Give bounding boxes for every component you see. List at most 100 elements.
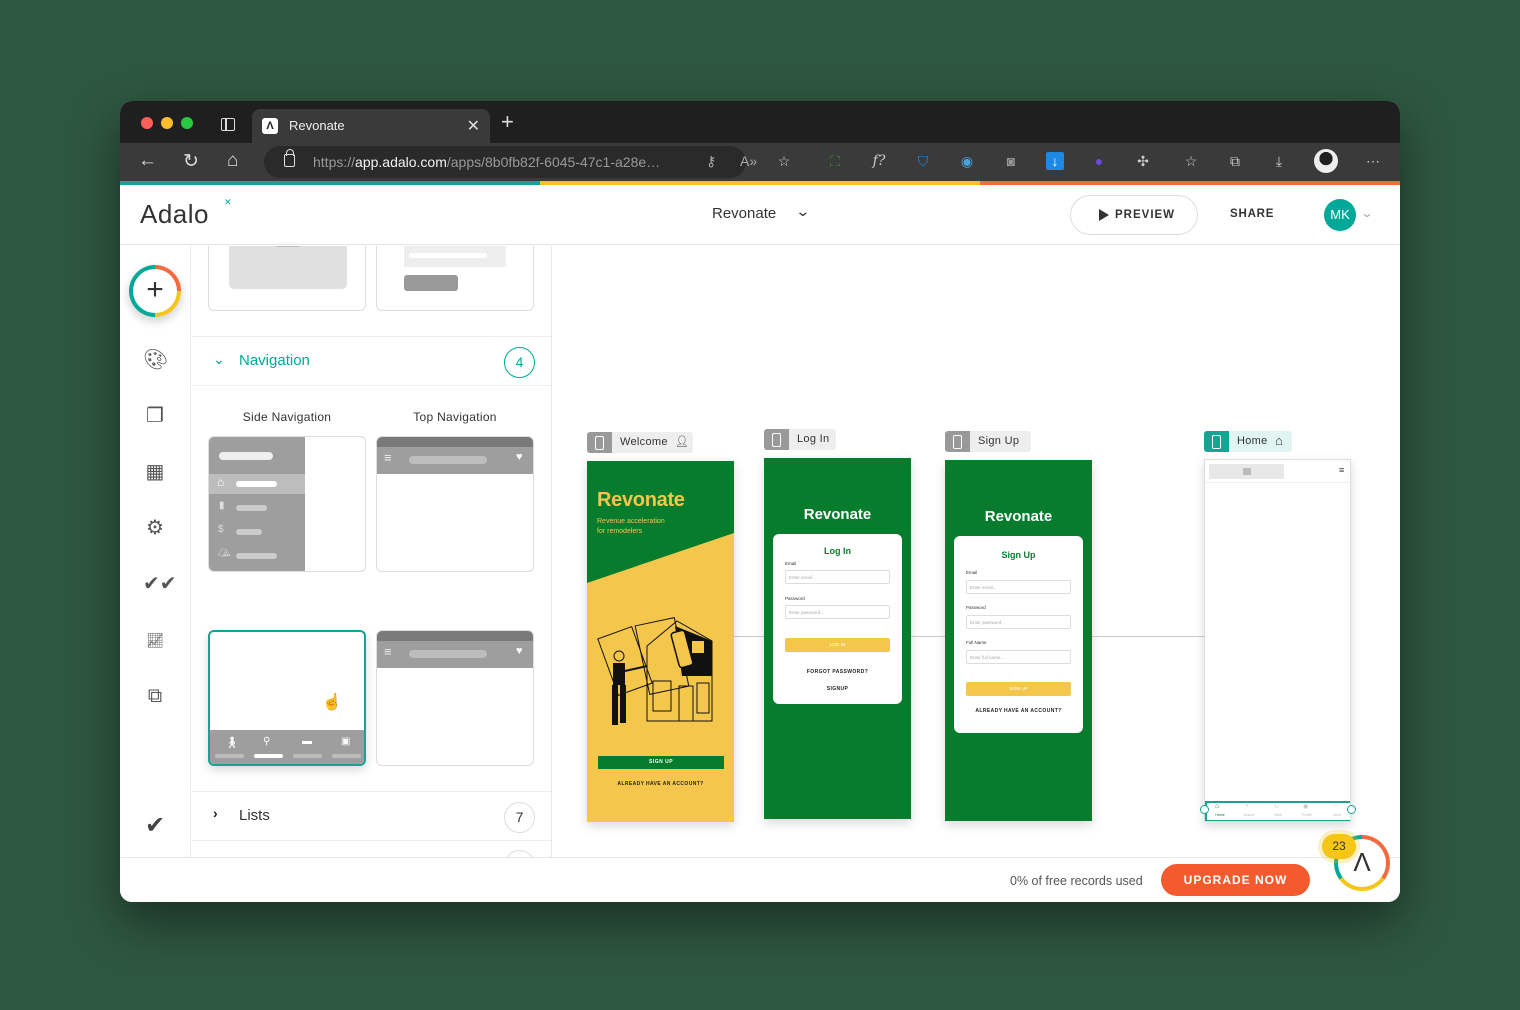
- already-have-account-link[interactable]: ALREADY HAVE AN ACCOUNT?: [587, 781, 734, 787]
- favorites-icon[interactable]: ☆: [1182, 152, 1200, 170]
- hamburger-icon: ≡: [384, 450, 392, 465]
- logo-sparkle-icon: ✕: [224, 197, 232, 207]
- browser-tab[interactable]: Λ Revonate ✕: [252, 109, 490, 143]
- user-avatar[interactable]: MK: [1324, 199, 1356, 231]
- footer-bar: 0% of free records used UPGRADE NOW: [120, 857, 1400, 902]
- gear-icon[interactable]: ⚙: [143, 516, 167, 540]
- section-lists[interactable]: › Lists 7: [191, 791, 551, 841]
- fullname-field[interactable]: Enter full name...: [966, 650, 1071, 664]
- screen-tag-sign-up[interactable]: Sign Up: [945, 431, 1031, 452]
- hamburger-icon[interactable]: ≡: [1339, 465, 1344, 475]
- preview-label: PREVIEW: [1115, 209, 1176, 221]
- nav-home-icon[interactable]: ⌂: [1215, 803, 1219, 810]
- add-favorite-icon[interactable]: ☆: [775, 152, 793, 170]
- chevron-down-icon[interactable]: ⌄: [1360, 206, 1374, 220]
- top-navigation-card[interactable]: ≡ ♥: [376, 436, 534, 572]
- nav-more-icon[interactable]: ⋯: [1333, 802, 1339, 809]
- downloads-icon[interactable]: ⤓: [1270, 152, 1288, 170]
- url-prefix: https://: [313, 154, 356, 170]
- screen-tag-log-in[interactable]: Log In: [764, 429, 836, 450]
- canvas[interactable]: Welcome 👤︎ Revonate Revenue acceleration…: [553, 246, 1400, 858]
- home-icon[interactable]: ⌂: [227, 150, 238, 172]
- maximize-window-button[interactable]: [181, 117, 193, 129]
- side-navigation-card[interactable]: ⌂ ▮ $ ⛺︎: [208, 436, 366, 572]
- verified-badge-icon[interactable]: ✔: [143, 814, 167, 838]
- screen-log-in[interactable]: Revonate Log In Email Enter email... Pas…: [764, 458, 911, 819]
- chevron-right-icon: ›: [213, 805, 218, 821]
- database-icon[interactable]: ▦: [143, 460, 167, 484]
- link-arrow: [911, 636, 945, 637]
- resize-handle-left[interactable]: [1200, 805, 1209, 814]
- url-text[interactable]: https://app.adalo.com/apps/8b0fb82f-6045…: [313, 154, 660, 170]
- screen-home[interactable]: ≡ ⌂ Home ⌕ Search ⚇ Table ◉ Profile ⋯ Mo…: [1204, 459, 1351, 822]
- share-button[interactable]: SHARE: [1230, 208, 1274, 220]
- key-icon[interactable]: ⚷: [706, 153, 716, 170]
- app-header: Adalo ✕ Revonate ⌄ PREVIEW SHARE MK ⌄: [120, 185, 1400, 245]
- palette-icon[interactable]: 🎨︎: [143, 348, 168, 372]
- back-icon[interactable]: ←: [138, 150, 157, 172]
- profile-avatar[interactable]: [1314, 149, 1338, 173]
- email-field[interactable]: Enter email...: [966, 580, 1071, 594]
- color-picker-icon[interactable]: ●: [1090, 152, 1108, 170]
- read-aloud-icon[interactable]: A»: [740, 153, 757, 169]
- log-in-button[interactable]: LOG IN: [785, 638, 890, 652]
- user-key-icon: 👤︎: [675, 436, 689, 448]
- screens-icon[interactable]: ❐: [143, 404, 167, 428]
- preview-button[interactable]: PREVIEW: [1070, 195, 1198, 235]
- upgrade-now-button[interactable]: UPGRADE NOW: [1161, 864, 1310, 896]
- section-navigation[interactable]: ⌄ Navigation 4: [191, 336, 551, 386]
- password-manager-icon[interactable]: ◉: [958, 152, 976, 170]
- add-component-button[interactable]: +: [129, 265, 181, 317]
- password-field[interactable]: Enter password...: [785, 605, 890, 619]
- nav-table-icon[interactable]: ⚇: [1274, 803, 1279, 810]
- close-window-button[interactable]: [141, 117, 153, 129]
- already-have-account-link[interactable]: ALREADY HAVE AN ACCOUNT?: [954, 708, 1083, 714]
- sign-up-button[interactable]: SIGN UP: [966, 682, 1071, 696]
- close-tab-icon[interactable]: ✕: [467, 116, 480, 136]
- screen-sign-up[interactable]: Revonate Sign Up Email Enter email... Pa…: [945, 460, 1092, 821]
- download-icon[interactable]: ↓: [1046, 152, 1064, 170]
- new-tab-button[interactable]: +: [501, 109, 514, 135]
- sidebar-toggle-icon[interactable]: [221, 118, 235, 131]
- publish-icon[interactable]: ✔✔: [143, 572, 177, 596]
- analytics-icon[interactable]: 📈︎: [143, 628, 167, 652]
- font-identifier-icon[interactable]: f?: [870, 152, 888, 170]
- sign-up-button[interactable]: SIGN UP: [598, 756, 724, 769]
- email-field[interactable]: Enter email...: [785, 570, 890, 584]
- puzzle-icon[interactable]: ✣: [1134, 152, 1152, 170]
- password-field[interactable]: Enter password...: [966, 615, 1071, 629]
- link-arrow: [1092, 636, 1204, 637]
- screen-tag-welcome[interactable]: Welcome 👤︎: [587, 432, 693, 453]
- camera-icon[interactable]: ◙: [1002, 152, 1020, 170]
- screen-name: Sign Up: [978, 435, 1020, 447]
- reload-icon[interactable]: ↻: [183, 150, 199, 173]
- section-count-badge: 4: [504, 347, 535, 378]
- bottom-navigation-card[interactable]: 🚶︎ ⚲ ▬ ▣ ☝: [208, 630, 366, 766]
- minimize-window-button[interactable]: [161, 117, 173, 129]
- nav-profile-icon[interactable]: ◉: [1303, 803, 1308, 810]
- adalo-logo[interactable]: Adalo: [140, 199, 209, 230]
- shield-icon[interactable]: ⛉: [914, 152, 932, 170]
- email-label: Email: [966, 570, 978, 575]
- resize-handle-right[interactable]: [1347, 805, 1356, 814]
- app-bar-card[interactable]: ≡ ♥: [376, 630, 534, 766]
- app-name[interactable]: Revonate: [712, 205, 776, 222]
- section-count-badge: 7: [504, 802, 535, 833]
- forgot-password-link[interactable]: FORGOT PASSWORD?: [773, 669, 902, 675]
- screen-tag-home[interactable]: Home ⌂: [1204, 431, 1292, 452]
- address-bar[interactable]: https://app.adalo.com/apps/8b0fb82f-6045…: [264, 146, 757, 178]
- screen-welcome[interactable]: Revonate Revenue acceleration for remode…: [587, 461, 734, 822]
- nav-search-icon[interactable]: ⌕: [1245, 803, 1248, 810]
- form-component-card[interactable]: [376, 246, 534, 311]
- chevron-down-icon[interactable]: ⌄: [795, 203, 810, 220]
- screenshot-icon[interactable]: ⛶: [826, 152, 844, 170]
- image-component-card[interactable]: [208, 246, 366, 311]
- more-icon[interactable]: ⋯: [1364, 152, 1382, 170]
- welcome-tagline: Revenue acceleration: [597, 518, 665, 525]
- collections-icon[interactable]: ⧉: [1226, 152, 1244, 170]
- bottom-navigation[interactable]: ⌂ Home ⌕ Search ⚇ Table ◉ Profile ⋯ More: [1205, 801, 1350, 821]
- form-title: Sign Up: [1001, 550, 1036, 560]
- hand-cursor-icon: ☝: [322, 694, 342, 711]
- signup-link[interactable]: SIGNUP: [773, 686, 902, 692]
- app-actions-icon[interactable]: ⧉: [143, 684, 167, 708]
